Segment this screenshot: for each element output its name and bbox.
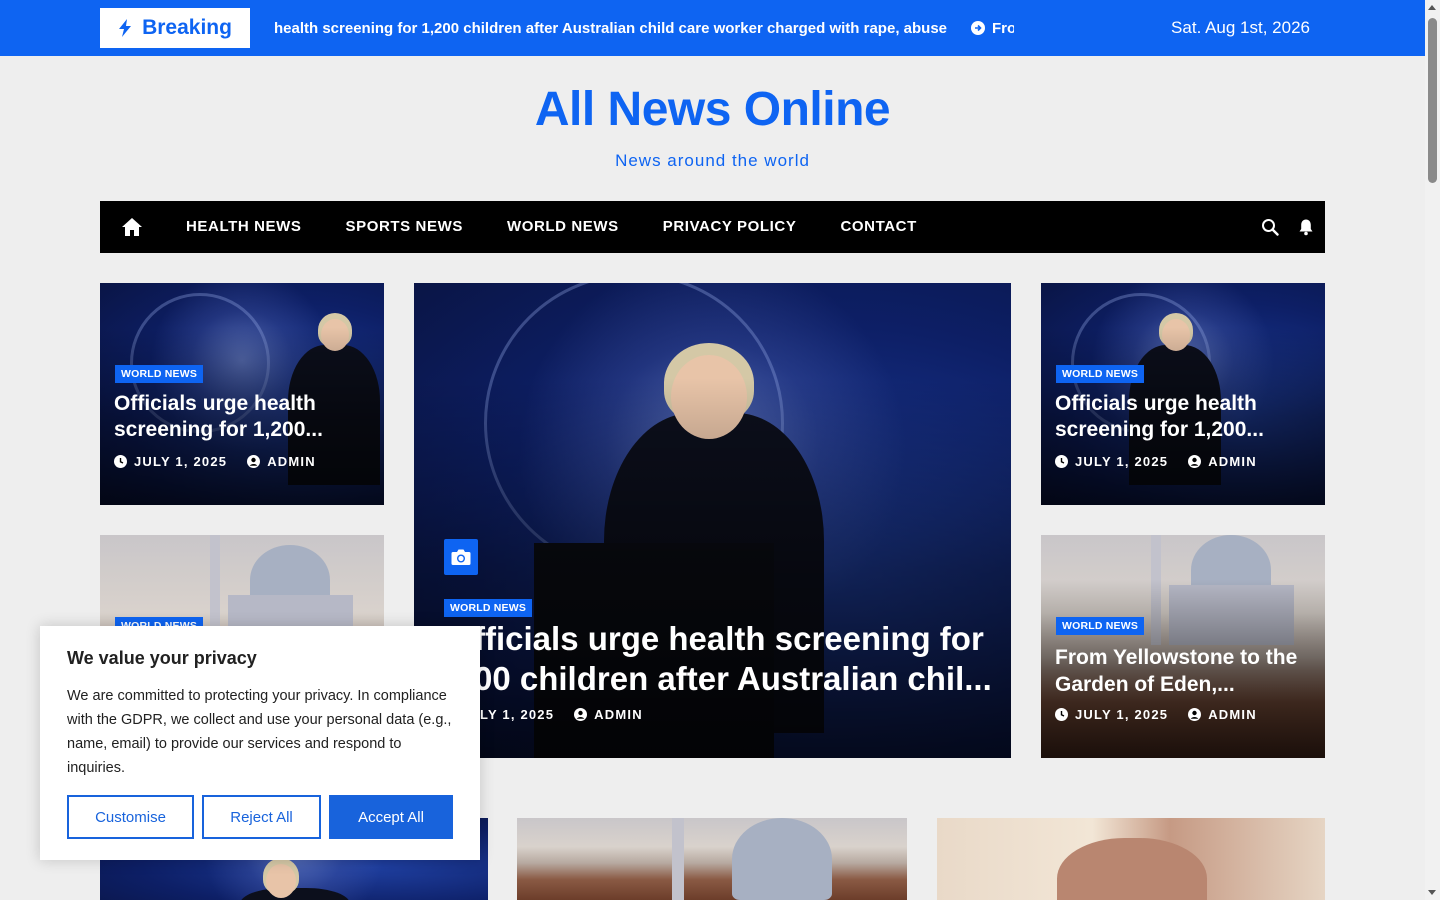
article-date[interactable]: JULY 1, 2025: [1075, 454, 1168, 469]
clock-icon: [1055, 455, 1068, 468]
cookie-title: We value your privacy: [67, 648, 257, 668]
bell-icon[interactable]: [1297, 218, 1315, 236]
ticker-headline[interactable]: health screening for 1,200 children afte…: [274, 20, 947, 37]
scroll-down-arrow-icon[interactable]: [1428, 890, 1436, 895]
article-meta: JULY 1, 2025 ADMIN: [1055, 454, 1257, 469]
article-meta: LY 1, 2025 ADMIN: [480, 707, 643, 722]
clock-icon: [1055, 708, 1068, 721]
article-author[interactable]: ADMIN: [1208, 454, 1257, 469]
article-author[interactable]: ADMIN: [267, 454, 316, 469]
article-title[interactable]: From Yellowstone to the Garden of Eden,.…: [1055, 644, 1315, 698]
article-author[interactable]: ADMIN: [594, 707, 643, 722]
camera-icon: [451, 549, 471, 565]
scrollbar-thumb[interactable]: [1428, 18, 1437, 183]
article-title-line-1[interactable]: fficials urge health screening for: [474, 619, 1004, 659]
nav-item-world-news[interactable]: WORLD NEWS: [485, 201, 641, 253]
user-icon: [574, 708, 588, 721]
lightning-icon: [119, 19, 132, 37]
nav-item-contact[interactable]: CONTACT: [818, 201, 938, 253]
user-icon: [247, 455, 261, 468]
nav-menu: HEALTH NEWS SPORTS NEWS WORLD NEWS PRIVA…: [164, 201, 939, 253]
page-scrollbar[interactable]: [1425, 0, 1440, 900]
accept-all-button[interactable]: Accept All: [329, 795, 453, 839]
current-date: Sat. Aug 1st, 2026: [1171, 18, 1310, 37]
article-date[interactable]: JULY 1, 2025: [134, 454, 227, 469]
article-title[interactable]: Officials urge health screening for 1,20…: [114, 391, 374, 443]
cookie-body: We are committed to protecting your priv…: [67, 688, 452, 776]
nav-item-sports-news[interactable]: SPORTS NEWS: [323, 201, 484, 253]
nav-item-health-news[interactable]: HEALTH NEWS: [164, 201, 323, 253]
article-title[interactable]: fficials urge health screening for 00 ch…: [474, 619, 1004, 699]
news-card-right-top[interactable]: WORLD NEWS Officials urge health screeni…: [1041, 283, 1325, 505]
article-title[interactable]: Officials urge health screening for 1,20…: [1055, 391, 1315, 443]
home-button[interactable]: [100, 201, 164, 253]
breaking-label: Breaking: [100, 8, 250, 48]
site-title[interactable]: All News Online: [0, 82, 1425, 137]
cookie-consent-banner: We value your privacy We are committed t…: [40, 626, 480, 860]
gallery-button[interactable]: [444, 539, 478, 575]
category-badge[interactable]: WORLD NEWS: [1056, 617, 1145, 635]
breaking-news-bar: Breaking health screening for 1,200 chil…: [0, 0, 1425, 56]
scroll-up-arrow-icon[interactable]: [1428, 5, 1436, 10]
search-icon[interactable]: [1261, 218, 1279, 236]
nav-icons: [1261, 201, 1315, 253]
cookie-actions: Customise Reject All Accept All: [67, 795, 453, 839]
news-card-right-bottom[interactable]: WORLD NEWS From Yellowstone to the Garde…: [1041, 535, 1325, 758]
article-meta: JULY 1, 2025 ADMIN: [1055, 707, 1257, 722]
category-badge[interactable]: WORLD NEWS: [115, 365, 204, 383]
article-author[interactable]: ADMIN: [1208, 707, 1257, 722]
news-card-lower-3[interactable]: [937, 818, 1325, 900]
category-badge[interactable]: WORLD NEWS: [444, 599, 533, 617]
reject-all-button[interactable]: Reject All: [202, 795, 321, 839]
user-icon: [1188, 708, 1202, 721]
clock-icon: [114, 455, 127, 468]
home-icon: [122, 218, 142, 236]
news-card-featured[interactable]: WORLD NEWS fficials urge health screenin…: [414, 283, 1011, 758]
nav-item-privacy-policy[interactable]: PRIVACY POLICY: [641, 201, 819, 253]
article-image[interactable]: [517, 818, 907, 900]
news-card-left-top[interactable]: WORLD NEWS Officials urge health screeni…: [100, 283, 384, 505]
category-badge[interactable]: WORLD NEWS: [1056, 365, 1145, 383]
article-date[interactable]: JULY 1, 2025: [1075, 707, 1168, 722]
article-meta: JULY 1, 2025 ADMIN: [114, 454, 316, 469]
breaking-label-text: Breaking: [142, 16, 232, 39]
main-navigation: HEALTH NEWS SPORTS NEWS WORLD NEWS PRIVA…: [100, 201, 1325, 253]
article-title-line-2[interactable]: 00 children after Australian chil...: [474, 659, 1004, 699]
site-tagline: News around the world: [615, 151, 810, 170]
ticker-next-headline[interactable]: From Y: [992, 20, 1014, 37]
arrow-circle-right-icon: [971, 21, 986, 35]
article-date[interactable]: LY 1, 2025: [480, 707, 554, 722]
news-ticker[interactable]: health screening for 1,200 children afte…: [274, 0, 1014, 56]
user-icon: [1188, 455, 1202, 468]
ticker-next-item[interactable]: From Y: [971, 20, 1014, 37]
news-card-lower-2[interactable]: [517, 818, 907, 900]
customise-button[interactable]: Customise: [67, 795, 194, 839]
